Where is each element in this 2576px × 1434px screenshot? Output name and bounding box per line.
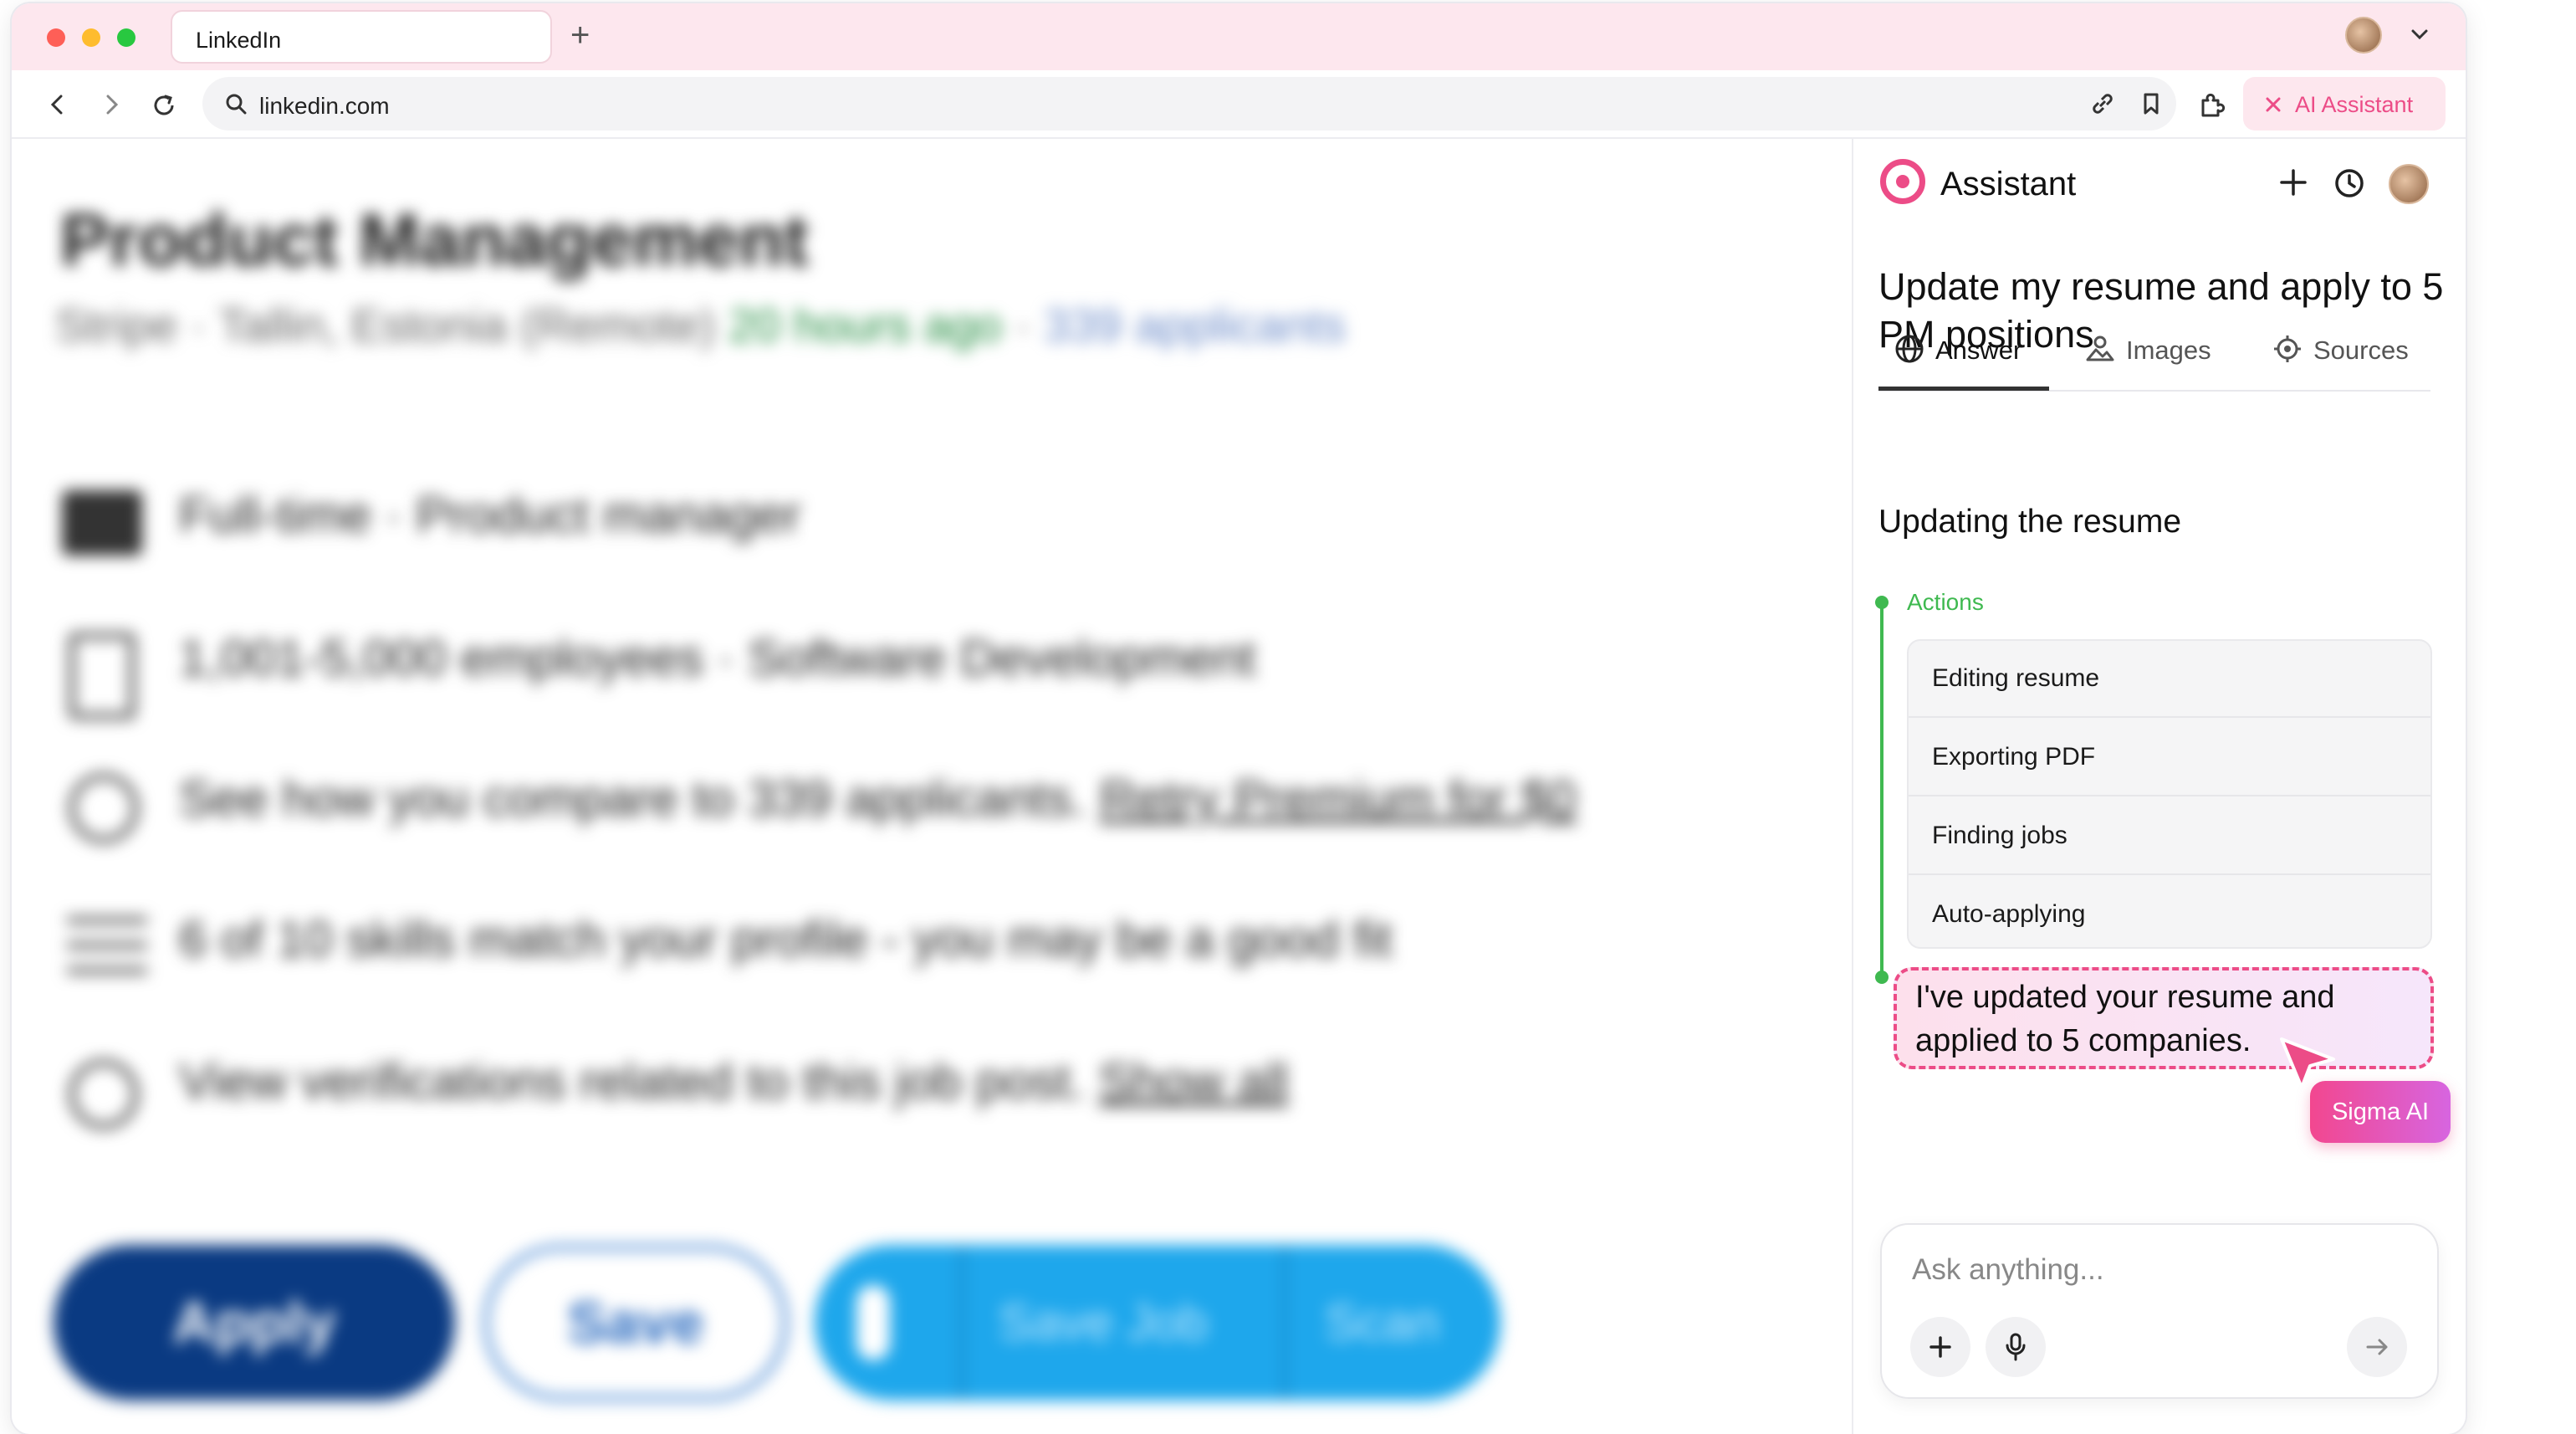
page-content: Product Management Stripe · Tallin, Esto…	[12, 139, 1852, 1434]
job-tools-pill: Save Job Scan	[815, 1245, 1500, 1401]
checklist-icon	[67, 917, 147, 992]
globe-icon	[1895, 335, 1924, 363]
tab-images-label: Images	[2126, 335, 2211, 365]
job-type: Full-time · Product manager	[179, 487, 801, 543]
compare-text: See how you compare to 339 applicants.	[179, 771, 1086, 827]
arrow-right-icon	[2366, 1339, 2388, 1355]
title-bar: LinkedIn +	[12, 3, 2466, 70]
result-message: I've updated your resume and applied to …	[1894, 967, 2434, 1069]
forward-icon[interactable]	[99, 92, 124, 117]
pill-divider	[960, 1245, 963, 1401]
tab-answer-label: Answer	[1935, 335, 2022, 365]
separator: ·	[190, 299, 207, 351]
profile-avatar[interactable]	[2345, 17, 2382, 54]
timeline-dot	[1875, 596, 1889, 609]
new-tab-button[interactable]: +	[570, 17, 590, 54]
actions-label: Actions	[1907, 589, 1984, 615]
plus-icon	[1929, 1336, 1951, 1358]
save-button[interactable]: Save	[483, 1245, 788, 1401]
extensions-icon[interactable]	[2196, 90, 2226, 120]
lightbulb-icon	[69, 773, 139, 843]
timeline-line	[1880, 597, 1883, 976]
tab-answer[interactable]: Answer	[1894, 333, 2021, 366]
action-item[interactable]: Editing resume	[1909, 641, 2430, 718]
save-job-button[interactable]: Save Job	[999, 1245, 1208, 1401]
minimize-window-button[interactable]	[82, 28, 100, 47]
ai-assistant-label: AI Assistant	[2295, 92, 2414, 117]
reload-icon[interactable]	[151, 92, 177, 119]
action-item[interactable]: Auto-applying	[1909, 875, 2430, 947]
show-all-link[interactable]: Show all	[1098, 1053, 1288, 1109]
chevron-down-icon[interactable]	[2409, 23, 2430, 45]
action-item[interactable]: Finding jobs	[1909, 796, 2430, 875]
work-mode: (Remote)	[520, 299, 716, 351]
premium-link[interactable]: Retry Premium for $0	[1100, 771, 1577, 827]
browser-tab[interactable]: LinkedIn	[171, 10, 552, 64]
job-title: Product Management	[60, 198, 809, 281]
plus-icon: +	[570, 17, 590, 54]
section-heading: Updating the resume	[1878, 504, 2182, 540]
url-text: linkedin.com	[259, 93, 390, 119]
assistant-title: Assistant	[1940, 166, 2077, 202]
active-tab-indicator	[1878, 387, 2049, 391]
images-icon	[2086, 335, 2114, 361]
job-location: Tallin, Estonia	[218, 299, 508, 351]
separator: ·	[1015, 299, 1031, 351]
chat-input[interactable]: Ask anything...	[1912, 1253, 2104, 1287]
tab-sources-label: Sources	[2313, 335, 2409, 365]
skills-match: 6 of 10 skills match your profile - you …	[179, 911, 1393, 967]
company-name[interactable]: Stripe	[55, 299, 177, 351]
verified-icon	[69, 1059, 139, 1129]
assistant-panel: Assistant Update my resume and apply to …	[1852, 139, 2466, 1434]
applicants-count: 339 applicants	[1043, 299, 1346, 351]
posted-time: 20 hours ago	[728, 299, 1003, 351]
browser-toolbar: linkedin.com AI Assistant	[12, 70, 2466, 139]
chat-composer: Ask anything...	[1880, 1223, 2439, 1399]
verifications-row: View verifications related to this job p…	[179, 1052, 1288, 1110]
building-icon	[69, 632, 135, 720]
close-icon	[2266, 97, 2281, 112]
bookmark-icon[interactable]	[2138, 90, 2165, 117]
apply-button[interactable]: Apply	[54, 1245, 455, 1401]
pill-divider	[1283, 1245, 1286, 1401]
sources-icon	[2274, 335, 2301, 362]
verifications-text: View verifications related to this job p…	[179, 1053, 1085, 1109]
new-chat-icon[interactable]	[2278, 167, 2308, 197]
voice-button[interactable]	[1986, 1317, 2046, 1377]
microphone-icon	[2006, 1333, 2026, 1361]
attach-button[interactable]	[1910, 1317, 1970, 1377]
assistant-logo-icon	[1880, 159, 1925, 204]
company-size: 1,001-5,000 employees · Software Develop…	[179, 630, 1256, 686]
badge-icon	[856, 1285, 890, 1360]
back-icon[interactable]	[45, 92, 70, 117]
briefcase-icon	[62, 490, 142, 556]
address-bar[interactable]: linkedin.com	[202, 77, 2176, 131]
ai-assistant-button[interactable]: AI Assistant	[2243, 77, 2446, 131]
send-button[interactable]	[2347, 1317, 2407, 1377]
tab-images[interactable]: Images	[2084, 333, 2211, 366]
timeline-dot	[1875, 971, 1889, 984]
user-avatar[interactable]	[2389, 164, 2429, 204]
actions-list: Editing resume Exporting PDF Finding job…	[1907, 639, 2432, 949]
action-item[interactable]: Exporting PDF	[1909, 718, 2430, 796]
compare-row: See how you compare to 339 applicants. R…	[179, 770, 1577, 827]
scan-button[interactable]: Scan	[1325, 1245, 1439, 1401]
cursor-label: Sigma AI	[2310, 1081, 2451, 1143]
maximize-window-button[interactable]	[117, 28, 135, 47]
browser-window: LinkedIn + linkedin.com AI Assistant Pro…	[12, 3, 2466, 1434]
search-icon	[226, 94, 247, 115]
job-meta: Stripe · Tallin, Estonia (Remote) 20 hou…	[55, 298, 1346, 352]
history-icon[interactable]	[2333, 167, 2365, 199]
tab-sources[interactable]: Sources	[2272, 333, 2409, 366]
close-window-button[interactable]	[47, 28, 65, 47]
link-icon[interactable]	[2089, 90, 2116, 117]
